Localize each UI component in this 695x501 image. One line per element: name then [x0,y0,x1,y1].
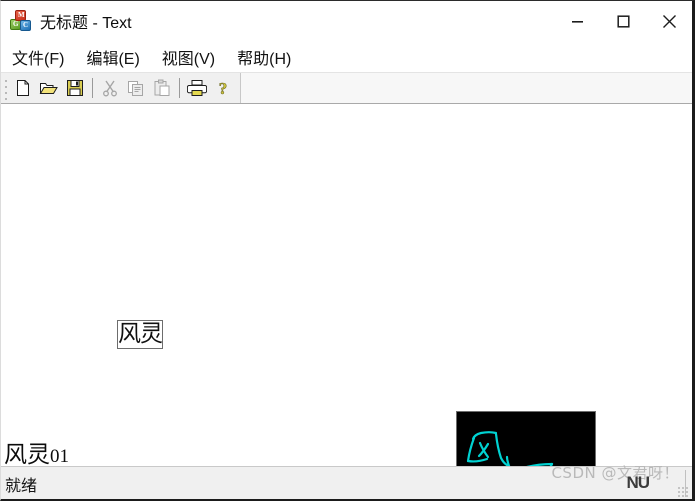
toolbar-empty-area [240,73,692,103]
toolbar-grip[interactable] [3,76,10,100]
toolbar-open[interactable] [36,75,62,101]
title-bar: G M C 无标题 - Text [1,1,692,41]
toolbar-separator-2 [179,78,180,98]
status-text: 就绪 [5,475,38,495]
print-icon [187,80,207,96]
menu-view[interactable]: 视图(V) [162,45,215,69]
toolbar-paste[interactable] [149,75,175,101]
document-boxed-text-value: 风灵 [117,320,163,349]
new-file-icon [17,80,29,96]
toolbar: ? [1,72,692,104]
close-icon [662,14,676,28]
minimize-button[interactable] [554,1,600,41]
paste-icon [154,79,170,96]
toolbar-new[interactable] [10,75,36,101]
svg-text:?: ? [219,79,228,97]
window-title: 无标题 - Text [40,15,132,32]
help-question-icon: ? [218,79,228,97]
status-bar: 就绪 [1,466,692,499]
application-window: G M C 无标题 - Text 文件(F) 编辑(E) 视图(V) 帮助(H)… [0,0,695,501]
handwriting-strokes [466,431,554,466]
toolbar-cut[interactable] [97,75,123,101]
resize-grip[interactable] [678,487,690,499]
document-client-area[interactable]: 风灵 风灵01 [1,104,692,466]
app-icon-letter-blue: C [23,21,29,29]
toolbar-help[interactable]: ? [210,75,236,101]
document-boxed-text: 风灵 [117,320,163,349]
maximize-button[interactable] [600,1,646,41]
document-plain-text: 风灵01 [4,442,69,466]
toolbar-print[interactable] [184,75,210,101]
app-icon[interactable]: G M C [10,10,32,32]
document-plain-text-number: 01 [50,446,69,466]
toolbar-save[interactable] [62,75,88,101]
menu-file[interactable]: 文件(F) [12,45,64,69]
close-button[interactable] [646,1,692,41]
window-controls [554,1,692,41]
menu-help[interactable]: 帮助(H) [237,45,291,69]
menu-edit[interactable]: 编辑(E) [86,45,139,69]
toolbar-separator-1 [92,78,93,98]
save-floppy-icon [67,80,83,96]
cut-scissors-icon [103,80,117,97]
maximize-icon [616,14,630,28]
open-folder-icon [39,83,58,94]
menu-bar: 文件(F) 编辑(E) 视图(V) 帮助(H) [1,41,692,72]
handwriting-canvas[interactable] [457,412,595,466]
app-icon-letter-green: G [13,20,19,28]
minimize-icon [571,20,583,23]
app-icon-letter-red: M [18,11,25,19]
document-plain-text-cjk: 风灵 [4,442,50,466]
toolbar-copy[interactable] [123,75,149,101]
copy-icon [128,81,143,96]
